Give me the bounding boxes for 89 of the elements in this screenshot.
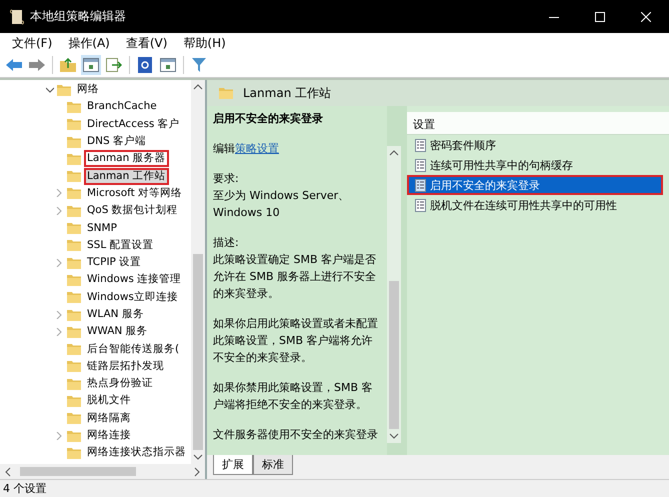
tree-item[interactable]: 热点身份验证: [84, 375, 156, 392]
policy-setting-icon: [415, 158, 426, 172]
maximize-icon: [595, 12, 605, 22]
help-button[interactable]: [135, 55, 155, 75]
policy-title: 启用不安全的来宾登录: [213, 111, 324, 127]
setting-name: 连续可用性共享中的句柄缓存: [430, 158, 573, 172]
policy-setting-icon: [415, 178, 426, 192]
folder-icon: [67, 430, 81, 442]
tree-item[interactable]: SNMP: [84, 220, 120, 237]
tree-item[interactable]: 网络连接状态指示器: [84, 444, 189, 462]
policy-setting-icon: [415, 138, 426, 152]
description-label: 描述:: [213, 235, 240, 251]
close-icon: [641, 12, 651, 22]
description-paragraph: 此策略设置确定 SMB 客户端是否允许在 SMB 服务器上进行不安全的来宾登录。: [213, 252, 378, 302]
expander-icon[interactable]: [46, 86, 54, 94]
tree-view-button[interactable]: [81, 55, 101, 75]
folder-icon: [67, 256, 81, 269]
folder-icon: [67, 136, 81, 148]
folder-icon: [67, 446, 81, 459]
menu-item[interactable]: 帮助(H): [175, 34, 234, 52]
folder-icon: [67, 100, 81, 113]
tree-item[interactable]: Lanman 工作站: [84, 168, 169, 185]
setting-row[interactable]: 启用不安全的来宾登录: [407, 175, 663, 195]
tree-item[interactable]: DirectAccess 客户: [84, 116, 183, 133]
tab[interactable]: 标准: [253, 455, 293, 475]
menu-item[interactable]: 文件(F): [4, 34, 60, 52]
tree-item[interactable]: Microsoft 对等网络: [84, 184, 186, 202]
folder-icon: [67, 291, 81, 304]
tree-item[interactable]: 后台智能传送服务(: [84, 340, 182, 358]
horizontal-scrollbar[interactable]: [0, 464, 205, 479]
requirement-text: 至少为 Windows Server、Windows 10: [213, 188, 350, 221]
setting-row[interactable]: 连续可用性共享中的句柄缓存: [407, 155, 663, 175]
policy-setting-icon: [415, 198, 426, 212]
edit-label: 编辑: [213, 142, 235, 155]
description-paragraph: 文件服务器使用不安全的来宾登录: [213, 427, 379, 443]
export-list-button[interactable]: [104, 55, 124, 75]
tree-item[interactable]: BranchCache: [84, 98, 160, 116]
setting-row[interactable]: 脱机文件在连续可用性共享中的可用性: [407, 195, 663, 215]
policy-settings-link[interactable]: 策略设置: [235, 142, 279, 155]
tree-item[interactable]: Windows 连接管理: [84, 271, 184, 288]
folder-icon: [67, 308, 81, 320]
setting-name: 启用不安全的来宾登录: [430, 178, 540, 192]
tab[interactable]: 扩展: [213, 455, 253, 475]
status-text: 4 个设置: [3, 481, 46, 496]
folder-icon: [67, 360, 81, 372]
folder-icon: [67, 170, 81, 182]
folder-icon: [67, 274, 81, 286]
tree-item[interactable]: 链路层拓扑发现: [84, 358, 167, 375]
tree-item[interactable]: WLAN 服务: [84, 306, 147, 323]
tree-item[interactable]: 脱机文件: [84, 392, 134, 410]
folder-icon: [67, 239, 81, 252]
folder-icon: [67, 204, 81, 217]
tree-item[interactable]: Windows立即连接: [84, 288, 181, 306]
setting-name: 密码套件顺序: [430, 138, 496, 152]
folder-icon: [67, 187, 81, 200]
vertical-scrollbar[interactable]: [387, 146, 401, 443]
requirement-label: 要求:: [213, 171, 240, 187]
setting-name: 脱机文件在连续可用性共享中的可用性: [430, 198, 617, 212]
folder-icon: [67, 222, 81, 234]
up-folder-button[interactable]: [58, 55, 78, 75]
tree-item[interactable]: DNS 客户端: [84, 133, 149, 150]
folder-icon: [67, 118, 81, 130]
tree-item[interactable]: WWAN 服务: [84, 323, 151, 340]
folder-icon: [67, 394, 81, 407]
folder-icon: [67, 326, 81, 338]
setting-row[interactable]: 密码套件顺序: [407, 135, 663, 155]
tree-item[interactable]: 网络隔离: [84, 410, 134, 427]
tree-item[interactable]: TCPIP 设置: [84, 254, 144, 272]
tree-item[interactable]: QoS 数据包计划程: [84, 202, 181, 220]
menu-item[interactable]: 查看(V): [118, 34, 176, 52]
window-title: 本地组策略编辑器: [30, 8, 127, 25]
column-header[interactable]: 设置: [407, 112, 669, 135]
pane-header-title: Lanman 工作站: [243, 84, 332, 102]
app-icon: [10, 8, 24, 24]
tree-item[interactable]: SSL 配置设置: [84, 236, 157, 254]
description-paragraph: 如果你启用此策略设置或者未配置此策略设置，SMB 客户端将允许不安全的来宾登录。: [213, 316, 379, 366]
properties-button[interactable]: [158, 55, 178, 75]
folder-icon: [57, 84, 71, 96]
folder-icon: [67, 343, 81, 356]
menu-item[interactable]: 操作(A): [60, 34, 118, 52]
description-paragraph: 如果你禁用此策略设置，SMB 客户端将拒绝不安全的来宾登录。: [213, 380, 374, 413]
tree-item[interactable]: 网络: [74, 81, 102, 98]
folder-icon: [67, 412, 81, 424]
vertical-scrollbar[interactable]: [191, 80, 205, 464]
tree-item[interactable]: Lanman 服务器: [84, 150, 169, 168]
folder-icon: [67, 152, 81, 165]
tree-item[interactable]: 网络连接: [84, 427, 134, 444]
folder-icon: [219, 87, 233, 99]
folder-icon: [67, 378, 81, 390]
